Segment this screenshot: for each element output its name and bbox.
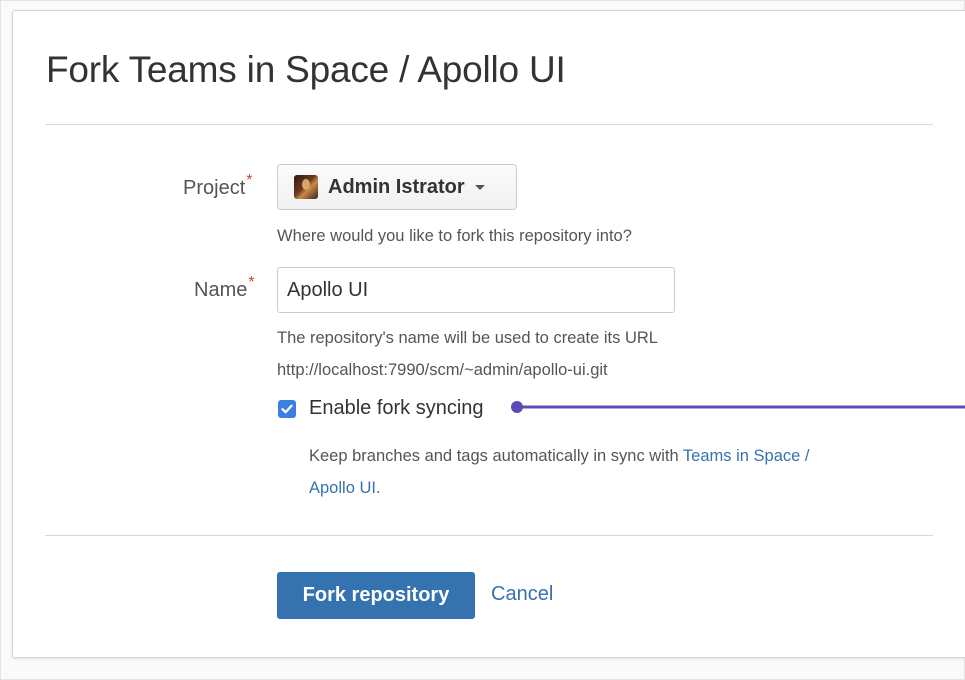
checkmark-icon — [281, 404, 293, 414]
repository-name-input[interactable] — [277, 267, 675, 313]
project-label: Project* — [183, 172, 252, 200]
header-divider — [45, 124, 933, 125]
project-selected-value: Admin Istrator — [328, 175, 465, 198]
fork-syncing-label[interactable]: Enable fork syncing — [309, 397, 484, 420]
fork-dialog: Fork Teams in Space / Apollo UI Project*… — [12, 10, 965, 658]
cancel-link[interactable]: Cancel — [491, 583, 553, 606]
user-avatar-icon — [294, 175, 318, 199]
project-help-text: Where would you like to fork this reposi… — [277, 227, 632, 245]
required-marker: * — [248, 274, 255, 291]
fork-syncing-help: Keep branches and tags automatically in … — [309, 440, 809, 504]
repository-url: http://localhost:7990/scm/~admin/apollo-… — [277, 361, 608, 379]
project-select[interactable]: Admin Istrator — [277, 164, 517, 210]
sync-help-suffix: . — [375, 479, 381, 497]
fork-syncing-checkbox[interactable] — [278, 400, 296, 418]
required-marker: * — [246, 172, 253, 189]
callout-pointer — [511, 401, 965, 413]
name-label-text: Name — [194, 279, 248, 301]
source-link-line2: Apollo UI — [309, 479, 376, 497]
dialog-title: Fork Teams in Space / Apollo UI — [46, 49, 566, 90]
chevron-down-icon — [474, 184, 485, 190]
name-help-text: The repository's name will be used to cr… — [277, 329, 658, 347]
fork-repository-button[interactable]: Fork repository — [277, 572, 475, 619]
project-label-text: Project — [183, 177, 246, 199]
name-label: Name* — [194, 274, 255, 302]
sync-help-prefix: Keep branches and tags automatically in … — [309, 447, 683, 465]
source-link-line1: Teams in Space / — [682, 447, 810, 465]
footer-divider — [45, 535, 933, 536]
